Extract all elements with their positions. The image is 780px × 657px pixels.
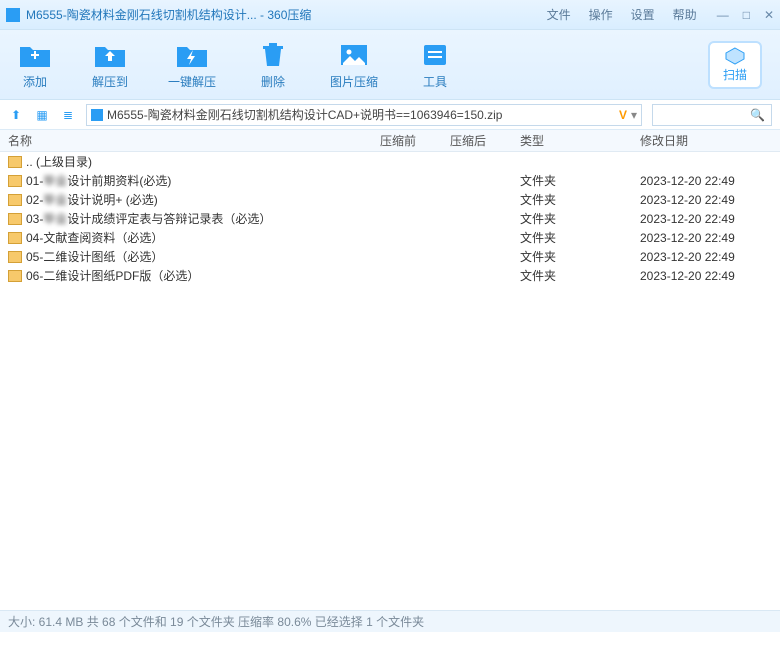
col-after[interactable]: 压缩后 [450,132,520,149]
status-text: 大小: 61.4 MB 共 68 个文件和 19 个文件夹 压缩率 80.6% … [8,613,424,630]
file-type: 文件夹 [520,229,640,246]
scan-label: 扫描 [723,66,747,83]
window-controls: — □ ✕ [717,8,774,22]
file-name: 06-二维设计图纸PDF版（必选） [26,267,380,284]
titlebar: M6555-陶瓷材料金刚石线切割机结构设计... - 360压缩 文件 操作 设… [0,0,780,30]
table-row[interactable]: 02-毕业设计说明+ (必选) 文件夹2023-12-20 22:49 [0,190,780,209]
file-name: .. (上级目录) [26,153,380,170]
menu-operate[interactable]: 操作 [589,6,613,23]
file-name: 02-毕业设计说明+ (必选) [26,191,380,208]
scan-icon [723,46,747,66]
folder-icon [8,213,22,225]
path-dropdown-icon[interactable]: ▾ [631,108,637,122]
file-type: 文件夹 [520,267,640,284]
image-label: 图片压缩 [330,73,378,90]
file-type: 文件夹 [520,210,640,227]
nav-path: ⬆ ▦ ≣ M6555-陶瓷材料金刚石线切割机结构设计CAD+说明书==1063… [0,100,780,130]
file-date: 2023-12-20 22:49 [640,250,780,264]
menu-settings[interactable]: 设置 [631,6,655,23]
add-icon [18,39,52,69]
menu-help[interactable]: 帮助 [673,6,697,23]
one-click-extract-button[interactable]: 一键解压 [168,39,216,90]
maximize-button[interactable]: □ [743,8,750,22]
add-button[interactable]: 添加 [18,39,52,90]
tools-label: 工具 [423,73,447,90]
col-before[interactable]: 压缩前 [380,132,450,149]
tools-button[interactable]: 工具 [418,39,452,90]
oneclick-icon [175,39,209,69]
close-button[interactable]: ✕ [764,8,774,22]
file-date: 2023-12-20 22:49 [640,212,780,226]
file-type: 文件夹 [520,172,640,189]
path-input[interactable]: M6555-陶瓷材料金刚石线切割机结构设计CAD+说明书==1063946=15… [86,104,642,126]
folder-icon [8,194,22,206]
status-bar: 大小: 61.4 MB 共 68 个文件和 19 个文件夹 压缩率 80.6% … [0,610,780,632]
folder-icon [8,175,22,187]
view-detail-icon[interactable]: ≣ [60,108,76,122]
folder-icon [8,251,22,263]
file-name: 04-文献查阅资料（必选） [26,229,380,246]
file-name: 05-二维设计图纸（必选） [26,248,380,265]
table-row[interactable]: 06-二维设计图纸PDF版（必选） 文件夹2023-12-20 22:49 [0,266,780,285]
menu-bar: 文件 操作 设置 帮助 [547,6,697,23]
file-name: 03-毕业设计成绩评定表与答辩记录表（必选） [26,210,380,227]
file-date: 2023-12-20 22:49 [640,193,780,207]
path-filename: M6555-陶瓷材料金刚石线切割机结构设计CAD+说明书==1063946=15… [107,106,615,123]
file-type: 文件夹 [520,191,640,208]
folder-icon [8,232,22,244]
file-date: 2023-12-20 22:49 [640,231,780,245]
extract-to-button[interactable]: 解压到 [92,39,128,90]
folder-icon [8,156,22,168]
image-compress-button[interactable]: 图片压缩 [330,39,378,90]
table-row[interactable]: 01-毕业设计前期资料(必选) 文件夹2023-12-20 22:49 [0,171,780,190]
file-type: 文件夹 [520,248,640,265]
vip-badge-icon: V [619,108,627,122]
window-title: M6555-陶瓷材料金刚石线切割机结构设计... - 360压缩 [26,6,311,23]
col-type[interactable]: 类型 [520,132,640,149]
menu-file[interactable]: 文件 [547,6,571,23]
file-date: 2023-12-20 22:49 [640,269,780,283]
file-name: 01-毕业设计前期资料(必选) [26,172,380,189]
delete-label: 删除 [261,73,285,90]
table-row[interactable]: 04-文献查阅资料（必选） 文件夹2023-12-20 22:49 [0,228,780,247]
file-list: .. (上级目录)01-毕业设计前期资料(必选)文件夹2023-12-20 22… [0,152,780,610]
tools-icon [418,39,452,69]
table-row[interactable]: 05-二维设计图纸（必选） 文件夹2023-12-20 22:49 [0,247,780,266]
scan-button[interactable]: 扫描 [708,41,762,89]
extract-icon [93,39,127,69]
up-folder-icon[interactable]: ⬆ [8,108,24,122]
col-name[interactable]: 名称 [8,132,380,149]
file-date: 2023-12-20 22:49 [640,174,780,188]
image-icon [337,39,371,69]
folder-icon [8,270,22,282]
extract-label: 解压到 [92,73,128,90]
list-header: 名称 压缩前 压缩后 类型 修改日期 [0,130,780,152]
add-label: 添加 [23,73,47,90]
archive-file-icon [91,109,103,121]
table-row[interactable]: 03-毕业设计成绩评定表与答辩记录表（必选） 文件夹2023-12-20 22:4… [0,209,780,228]
search-icon: 🔍 [750,108,765,122]
delete-icon [256,39,290,69]
toolbar: 添加 解压到 一键解压 删除 图片压缩 工具 扫描 [0,30,780,100]
oneclick-label: 一键解压 [168,73,216,90]
view-list-icon[interactable]: ▦ [34,108,50,122]
col-date[interactable]: 修改日期 [640,132,780,149]
search-input[interactable]: 🔍 [652,104,772,126]
minimize-button[interactable]: — [717,8,729,22]
table-row[interactable]: .. (上级目录) [0,152,780,171]
delete-button[interactable]: 删除 [256,39,290,90]
app-icon [6,8,20,22]
